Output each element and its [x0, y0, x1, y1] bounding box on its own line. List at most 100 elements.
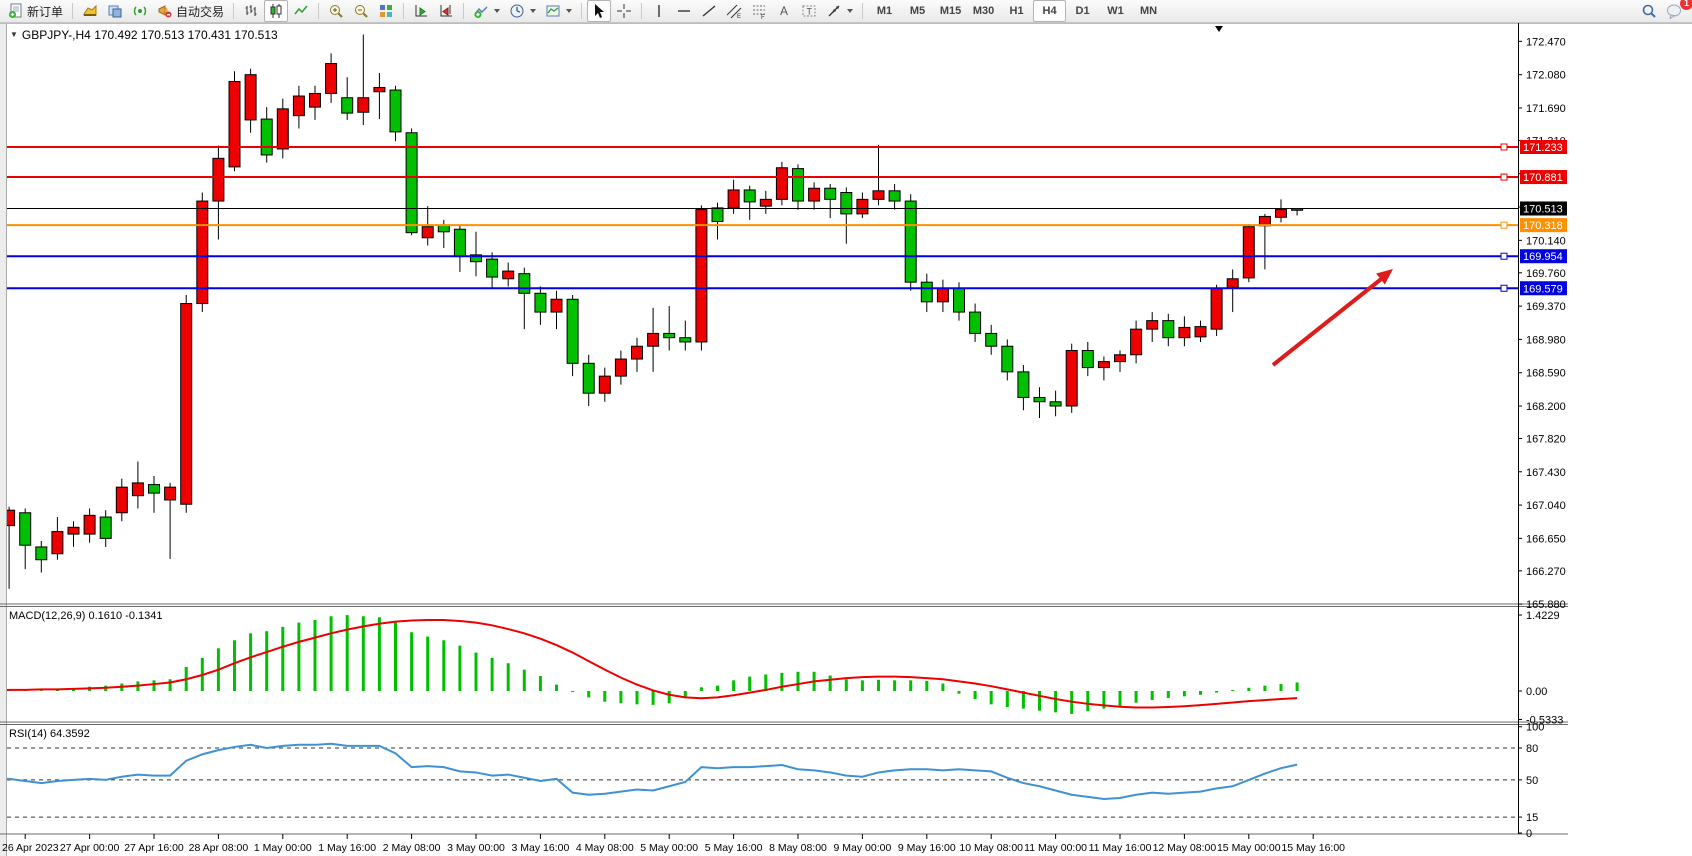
arrows-tool-button[interactable]	[822, 0, 857, 22]
autotrading-label: 自动交易	[176, 3, 224, 20]
signals-icon	[132, 3, 148, 19]
svg-text:1 May 16:00: 1 May 16:00	[318, 842, 376, 854]
svg-text:11 May 00:00: 11 May 00:00	[1024, 842, 1087, 854]
candle	[696, 210, 707, 342]
timeframe-button-M15[interactable]: M15	[934, 0, 967, 22]
fibonacci-tool-button[interactable]: F	[747, 0, 771, 22]
svg-text:2 May 08:00: 2 May 08:00	[383, 842, 441, 854]
candle	[116, 487, 127, 513]
autoscroll-button[interactable]	[409, 0, 433, 22]
chart-canvas[interactable]: 172.470172.080171.690171.310170.920170.5…	[0, 23, 1692, 856]
trendline-tool-button[interactable]	[697, 0, 721, 22]
new-order-button[interactable]: 新订单	[4, 0, 67, 22]
market-watch-button[interactable]	[78, 0, 102, 22]
indicators-button[interactable]	[469, 0, 504, 22]
svg-text:169.760: 169.760	[1526, 268, 1566, 280]
candle	[293, 96, 304, 116]
svg-text:167.430: 167.430	[1526, 467, 1566, 479]
candle	[36, 547, 47, 560]
separator	[641, 3, 642, 19]
price-label-171.233: 171.233	[1520, 140, 1567, 154]
candle	[857, 199, 868, 214]
candle-chart-icon	[268, 3, 284, 19]
candle	[1066, 351, 1077, 407]
svg-text:171.690: 171.690	[1526, 103, 1566, 115]
svg-text:9 May 00:00: 9 May 00:00	[834, 842, 892, 854]
candle	[1034, 397, 1045, 401]
zoom-out-button[interactable]	[349, 0, 373, 22]
bar-chart-mode-button[interactable]	[239, 0, 263, 22]
shift-chart-icon	[438, 3, 454, 19]
candle	[454, 229, 465, 256]
navigator-button[interactable]	[103, 0, 127, 22]
new-order-label: 新订单	[27, 3, 63, 20]
timeframe-button-W1[interactable]: W1	[1099, 0, 1132, 22]
svg-text:28 Apr 08:00: 28 Apr 08:00	[189, 842, 249, 854]
timeframe-button-M30[interactable]: M30	[967, 0, 1000, 22]
timeframe-button-MN[interactable]: MN	[1132, 0, 1165, 22]
candle	[1002, 346, 1013, 372]
timeframe-button-H4[interactable]: H4	[1033, 0, 1066, 22]
svg-text:167.820: 167.820	[1526, 433, 1566, 445]
candle	[1147, 321, 1158, 330]
shift-chart-button[interactable]	[434, 0, 458, 22]
periods-button[interactable]	[505, 0, 540, 22]
timeframe-button-D1[interactable]: D1	[1066, 0, 1099, 22]
vertical-line-tool-button[interactable]	[647, 0, 671, 22]
timeframe-button-M5[interactable]: M5	[901, 0, 934, 22]
candle	[937, 288, 948, 302]
candle	[245, 75, 256, 120]
chart-window[interactable]: 172.470172.080171.690171.310170.920170.5…	[0, 23, 1692, 856]
channel-tool-button[interactable]: E	[722, 0, 746, 22]
separator	[72, 3, 73, 19]
svg-text:170.140: 170.140	[1526, 235, 1566, 247]
candle	[1131, 329, 1142, 355]
chevron-down-icon	[566, 9, 572, 13]
svg-text:170.881: 170.881	[1523, 172, 1563, 184]
candle	[793, 169, 804, 201]
cursor-tool-button[interactable]	[587, 0, 611, 22]
signals-button[interactable]	[128, 0, 152, 22]
chevron-down-icon	[847, 9, 853, 13]
svg-text:169.954: 169.954	[1523, 251, 1563, 263]
search-button[interactable]	[1637, 0, 1661, 22]
chevron-down-icon: ▼	[10, 30, 18, 39]
price-label-170.513: 170.513	[1520, 201, 1567, 215]
indicators-icon	[473, 3, 489, 19]
tile-windows-button[interactable]	[374, 0, 398, 22]
candle	[181, 304, 192, 505]
macd-indicator-label: MACD(12,26,9) 0.1610 -0.1341	[9, 610, 162, 622]
svg-text:8 May 08:00: 8 May 08:00	[769, 842, 827, 854]
chart-symbol-period: GBPJPY-,H4	[22, 28, 91, 42]
text-tool-button[interactable]: A	[772, 0, 796, 22]
crosshair-tool-button[interactable]	[612, 0, 636, 22]
zoom-in-button[interactable]	[324, 0, 348, 22]
svg-text:100: 100	[1526, 722, 1544, 734]
vertical-line-icon	[651, 3, 667, 19]
templates-button[interactable]	[541, 0, 576, 22]
line-chart-mode-button[interactable]	[289, 0, 313, 22]
candle-chart-mode-button[interactable]	[264, 0, 288, 22]
text-label-icon: T	[801, 3, 817, 19]
candle	[84, 515, 95, 534]
candle	[841, 193, 852, 214]
label-tool-button[interactable]: T	[797, 0, 821, 22]
price-label-170.318: 170.318	[1520, 218, 1567, 232]
zoom-out-icon	[353, 3, 369, 19]
trendline-icon	[701, 3, 717, 19]
notifications-button[interactable]: 1	[1662, 0, 1688, 22]
timeframe-button-M1[interactable]: M1	[868, 0, 901, 22]
candle	[229, 81, 240, 166]
svg-text:9 May 16:00: 9 May 16:00	[898, 842, 956, 854]
horizontal-line-tool-button[interactable]	[672, 0, 696, 22]
template-icon	[545, 3, 561, 19]
timeframe-button-H1[interactable]: H1	[1000, 0, 1033, 22]
candle	[165, 487, 176, 500]
autotrading-button[interactable]: 自动交易	[153, 0, 228, 22]
price-label-169.579: 169.579	[1520, 281, 1567, 295]
candle	[567, 299, 578, 363]
svg-text:15: 15	[1526, 812, 1538, 824]
candle	[1082, 351, 1093, 368]
autoscroll-icon	[413, 3, 429, 19]
candle	[100, 517, 111, 538]
